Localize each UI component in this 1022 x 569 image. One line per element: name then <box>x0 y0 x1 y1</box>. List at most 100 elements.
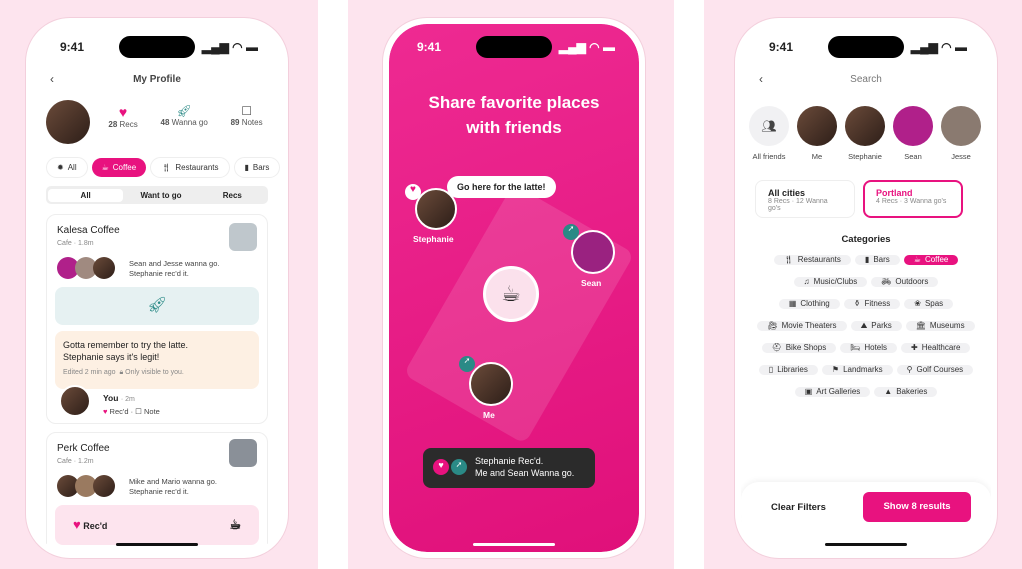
place-name: Perk Coffee <box>57 443 110 454</box>
reced-box[interactable]: ♥ Rec'd ☕︎ <box>55 505 259 545</box>
segment-want-to-go[interactable]: Want to go <box>125 191 196 200</box>
avatar-sean[interactable] <box>571 230 615 274</box>
category-row: ▯ Libraries ⚑ Landmarks ⚲ Golf Courses <box>747 362 985 378</box>
place-card[interactable]: Kalesa Coffee Cafe · 1.8m Sean and Jesse… <box>46 214 268 424</box>
status-time: 9:41 <box>60 40 85 54</box>
lock-icon: 🔒︎ <box>119 369 124 376</box>
heart-icon: ♥ <box>73 517 81 532</box>
status-icons: ▂▄▆ ◠ ▬ <box>910 40 967 54</box>
chip-all[interactable]: ✹ All <box>46 157 88 178</box>
headline: Share favorite places with friends <box>428 93 600 137</box>
avatar-stephanie[interactable] <box>415 188 457 230</box>
place-thumbnail <box>229 439 257 467</box>
avatar <box>46 100 90 144</box>
promo-phone: 9:41 ▂▄▆ ◠ ▬ Share favorite places with fr… <box>383 18 645 558</box>
category-movie-theaters[interactable]: 🎥︎ Movie Theaters <box>757 321 847 331</box>
category-landmarks[interactable]: ⚑ Landmarks <box>821 365 893 375</box>
page-title: Search <box>850 74 882 85</box>
stat-notes[interactable]: ☐ 89 Notes <box>231 104 263 129</box>
rocket-icon: ➚ <box>563 224 579 240</box>
category-row: ♫ Music/Clubs 🚲︎ Outdoors <box>747 274 985 290</box>
friend-avatars <box>57 475 115 502</box>
category-bike-shops[interactable]: ⛑ Bike Shops <box>761 343 837 353</box>
beer-icon: ▮ <box>244 163 249 172</box>
heart-icon: ♥ <box>118 104 128 120</box>
activity-toast: ♥ ➚ Stephanie Rec'd. Me and Sean Wanna go… <box>423 448 595 488</box>
category-art-galleries[interactable]: ▣ Art Galleries <box>794 387 871 397</box>
status-time: 9:41 <box>417 40 442 54</box>
chip-bars[interactable]: ▮ Bars <box>233 157 281 178</box>
dynamic-island <box>828 36 904 58</box>
name-label: Sean <box>581 278 602 288</box>
place-sub: Cafe · 1.2m <box>57 458 94 465</box>
category-chips: 🍴︎ Restaurants ▮ Bars ☕︎ Coffee ♫ Music/Clubs 🚲︎… <box>747 252 985 406</box>
category-bars[interactable]: ▮ Bars <box>854 255 900 265</box>
friend-stephanie[interactable]: Stephanie <box>845 106 885 161</box>
category-clothing[interactable]: ▦ Clothing <box>778 299 840 309</box>
category-museums[interactable]: 🏛︎ Museums <box>905 321 975 331</box>
search-phone: 9:41 ▂▄▆ ◠ ▬ ‹ Search 👥︎ All friends Me St… <box>735 18 997 558</box>
friend-me[interactable]: Me <box>797 106 837 161</box>
bug-icon: ✹ <box>57 163 64 172</box>
category-golf-courses[interactable]: ⚲ Golf Courses <box>896 365 974 375</box>
friend-avatars <box>57 257 115 284</box>
category-hotels[interactable]: 🛏︎ Hotels <box>840 343 898 353</box>
avatar-me[interactable] <box>469 362 513 406</box>
coffee-icon: ☕︎ <box>483 266 539 322</box>
note-icon: ☐ <box>241 104 252 118</box>
friends-text: Mike and Mario wanna go. <box>129 477 217 486</box>
friend-sean[interactable]: Sean <box>893 106 933 161</box>
show-results-button[interactable]: Show 8 results <box>863 492 971 522</box>
name-label: Me <box>483 410 495 420</box>
category-fitness[interactable]: ⚱ Fitness <box>843 299 901 309</box>
utensils-icon: 🍴︎ <box>161 163 172 172</box>
note-box[interactable]: Gotta remember to try the latte. Stephani… <box>55 331 259 389</box>
place-name: Kalesa Coffee <box>57 225 120 236</box>
category-row: ⛑ Bike Shops 🛏︎ Hotels ✚ Healthcare <box>747 340 985 356</box>
category-outdoors[interactable]: 🚲︎ Outdoors <box>871 277 939 287</box>
category-row: 🎥︎ Movie Theaters ⛰ Parks 🏛︎ Museums <box>747 318 985 334</box>
place-thumbnail <box>229 223 257 251</box>
rocket-icon: ➚ <box>459 356 475 372</box>
category-restaurants[interactable]: 🍴︎ Restaurants <box>773 255 851 265</box>
categories-title: Categories <box>841 234 891 245</box>
segment-all[interactable]: All <box>48 188 124 202</box>
clear-filters-button[interactable]: Clear Filters <box>771 502 826 513</box>
rocket-icon[interactable]: 🚀︎ <box>55 287 259 325</box>
category-row: 🍴︎ Restaurants ▮ Bars ☕︎ Coffee <box>747 252 985 268</box>
note-icon: ☐ <box>135 407 142 416</box>
profile-phone: 9:41 ▂▄▆ ◠ ▬ ‹ My Profile ♥ 28 Recs 🚀︎ 48 W… <box>26 18 288 558</box>
category-coffee[interactable]: ☕︎ Coffee <box>903 255 959 265</box>
city-portland[interactable]: Portland 4 Recs · 3 Wanna go's <box>863 180 963 218</box>
status-time: 9:41 <box>769 40 794 54</box>
place-card[interactable]: Perk Coffee Cafe · 1.2m Mike and Mario w… <box>46 432 268 552</box>
category-spas[interactable]: ❀ Spas <box>904 299 954 309</box>
segment-recs[interactable]: Recs <box>197 191 268 200</box>
heart-icon: ♥ <box>433 459 449 475</box>
status-icons: ▂▄▆ ◠ ▬ <box>201 40 258 54</box>
category-bakeries[interactable]: ▲ Bakeries <box>874 387 938 397</box>
segmented-control: All Want to go Recs <box>46 186 268 204</box>
name-label: Stephanie <box>413 234 454 244</box>
stat-recs[interactable]: ♥ 28 Recs <box>108 104 137 129</box>
category-libraries[interactable]: ▯ Libraries <box>758 365 818 375</box>
heart-icon: ♥ <box>103 407 108 416</box>
friend-filter: 👥︎ All friends Me Stephanie Sean Jesse <box>749 106 981 161</box>
category-healthcare[interactable]: ✚ Healthcare <box>901 343 971 353</box>
stat-wanna-go[interactable]: 🚀︎ 48 Wanna go <box>161 104 208 129</box>
coffee-icon: ☕︎ <box>229 517 241 532</box>
category-row: ▦ Clothing ⚱ Fitness ❀ Spas <box>747 296 985 312</box>
friend-jesse[interactable]: Jesse <box>941 106 981 161</box>
friends-text: Sean and Jesse wanna go. <box>129 259 220 268</box>
category-row: ▣ Art Galleries ▲ Bakeries <box>747 384 985 400</box>
dynamic-island <box>476 36 552 58</box>
rocket-icon: 🚀︎ <box>176 104 192 118</box>
category-parks[interactable]: ⛰ Parks <box>850 321 902 331</box>
chip-restaurants[interactable]: 🍴︎ Restaurants <box>150 157 230 178</box>
friend-all[interactable]: 👥︎ All friends <box>749 106 789 161</box>
heart-icon: ♥ <box>405 184 421 200</box>
city-all[interactable]: All cities 8 Recs · 12 Wanna go's <box>755 180 855 218</box>
chip-coffee[interactable]: ☕︎ Coffee <box>91 158 147 177</box>
avatar <box>59 385 91 417</box>
category-music-clubs[interactable]: ♫ Music/Clubs <box>793 277 868 287</box>
